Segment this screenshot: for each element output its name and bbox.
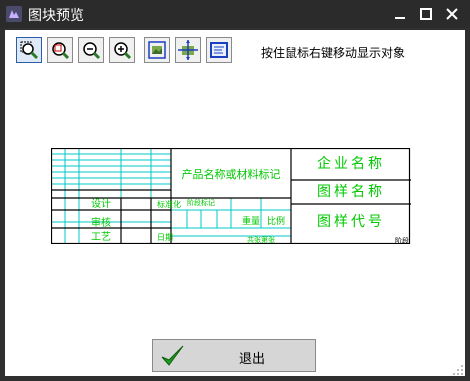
- zoom-in-button[interactable]: [109, 37, 135, 63]
- zoom-extents-button[interactable]: [144, 37, 170, 63]
- drawing-code: 图样代号: [317, 214, 385, 230]
- zoom-previous-icon: [52, 42, 70, 60]
- title-block-drawing: 产品名称或材料标记 企业名称 图样名称 图样代号 设计 审核 工艺 标准化 日期…: [51, 148, 411, 244]
- zoom-previous-button[interactable]: [47, 37, 73, 63]
- stage-mark-label: 阶段标记: [187, 198, 215, 207]
- maximize-icon: [420, 8, 432, 20]
- review-label: 审核: [91, 216, 111, 229]
- minimize-icon: [395, 17, 405, 19]
- close-icon: [446, 8, 458, 20]
- zoom-extents-icon: [148, 41, 166, 59]
- sheets-label: 共张第张: [247, 235, 275, 244]
- product-label: 产品名称或材料标记: [182, 167, 281, 181]
- app-icon: [6, 6, 22, 22]
- pan-icon: [178, 40, 198, 60]
- maximize-button[interactable]: [418, 6, 434, 22]
- weight-label: 重量: [242, 215, 260, 227]
- display-settings-button[interactable]: [206, 37, 232, 63]
- zoom-window-icon: [20, 41, 39, 60]
- window-title: 图块预览: [28, 8, 84, 24]
- pan-hint: 按住鼠标右键移动显示对象: [261, 46, 406, 60]
- standardize-label: 标准化: [157, 199, 181, 209]
- pan-button[interactable]: [175, 37, 201, 63]
- exit-label: 退出: [239, 352, 266, 367]
- design-label: 设计: [91, 197, 111, 210]
- preview-area: 按住鼠标右键移动显示对象 产品名称或材料标记 企业名称 图样名称 图样代号 设计…: [5, 30, 465, 376]
- checkmark-icon: [161, 345, 184, 366]
- exit-button[interactable]: 退出: [152, 339, 316, 372]
- company-name: 企业名称: [317, 155, 385, 172]
- approve-label: 日期: [157, 233, 173, 242]
- process-label: 工艺: [91, 231, 111, 243]
- zoom-window-button[interactable]: [16, 37, 42, 63]
- title-bar: 图块预览: [0, 0, 470, 28]
- zoom-out-button[interactable]: [78, 37, 104, 63]
- zoom-out-icon: [83, 42, 101, 60]
- zoom-in-icon: [114, 42, 132, 60]
- scale-label: 比例: [267, 215, 285, 227]
- display-icon: [210, 42, 228, 58]
- block-preview-window: 图块预览 按住鼠标右键移动显示对象 产品名称或材料标记 企业名称 图样名称 图样…: [0, 0, 470, 381]
- minimize-button[interactable]: [392, 6, 408, 22]
- resize-grip-icon[interactable]: [452, 364, 464, 376]
- drawing-name: 图样名称: [317, 184, 385, 200]
- close-button[interactable]: [444, 6, 460, 22]
- corner-mark: 阶段: [395, 236, 409, 244]
